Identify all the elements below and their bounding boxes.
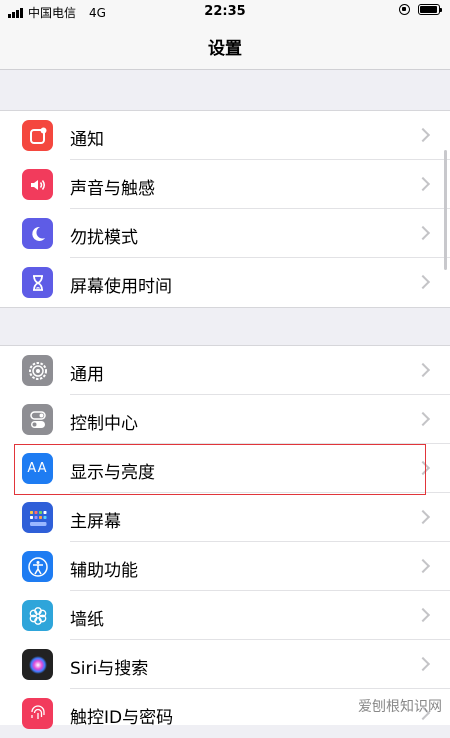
moon-icon — [22, 218, 53, 249]
home-screen-icon — [22, 502, 53, 533]
settings-row-label: 通用 — [70, 365, 104, 385]
wallpaper-icon — [22, 600, 53, 631]
settings-row-label: 辅助功能 — [70, 561, 138, 581]
status-right — [399, 4, 442, 15]
highlight-box — [14, 444, 426, 495]
settings-row-wallpaper[interactable]: 墙纸 — [0, 591, 450, 640]
settings-row-notifications[interactable]: 通知 — [0, 111, 450, 160]
watermark: 爱刨根知识网 — [358, 699, 442, 715]
settings-row-screen-time[interactable]: 屏幕使用时间 — [0, 258, 450, 307]
settings-row-siri-search[interactable]: Siri与搜索 — [0, 640, 450, 689]
settings-row-do-not-disturb[interactable]: 勿扰模式 — [0, 209, 450, 258]
settings-row-label: 屏幕使用时间 — [70, 277, 172, 297]
accessibility-icon — [22, 551, 53, 582]
settings-row-sounds[interactable]: 声音与触感 — [0, 160, 450, 209]
chevron-right-icon — [415, 656, 431, 672]
toggles-icon — [22, 404, 53, 435]
chevron-right-icon — [415, 225, 431, 241]
settings-row-label: 触控ID与密码 — [70, 708, 174, 728]
navigation-bar: 设置 — [0, 24, 450, 70]
sounds-icon — [22, 169, 53, 200]
chevron-right-icon — [415, 176, 431, 192]
settings-group-2: 通用 控制中心 AA 显示与亮度 主屏幕 辅助功能 墙纸 Siri与搜索 触控I… — [0, 345, 450, 729]
chevron-right-icon — [415, 411, 431, 427]
siri-icon — [22, 649, 53, 680]
clock: 22:35 — [204, 4, 246, 19]
chevron-right-icon — [415, 127, 431, 143]
chevron-right-icon — [415, 607, 431, 623]
scrollbar[interactable] — [444, 150, 447, 270]
chevron-right-icon — [415, 362, 431, 378]
page-title: 设置 — [208, 39, 242, 59]
chevron-right-icon — [415, 509, 431, 525]
settings-row-accessibility[interactable]: 辅助功能 — [0, 542, 450, 591]
status-bar: 中国电信 4G 22:35 — [0, 0, 450, 24]
settings-row-label: 墙纸 — [70, 610, 104, 630]
settings-group-1: 通知 声音与触感 勿扰模式 屏幕使用时间 — [0, 110, 450, 308]
fingerprint-icon — [22, 698, 53, 729]
settings-row-label: 通知 — [70, 130, 104, 150]
battery-icon — [418, 4, 442, 15]
hourglass-icon — [22, 267, 53, 298]
settings-row-home-screen[interactable]: 主屏幕 — [0, 493, 450, 542]
chevron-right-icon — [415, 274, 431, 290]
settings-row-label: 勿扰模式 — [70, 228, 138, 248]
settings-row-label: 控制中心 — [70, 414, 138, 434]
gear-icon — [22, 355, 53, 386]
chevron-right-icon — [415, 558, 431, 574]
notifications-icon — [22, 120, 53, 151]
settings-row-control-center[interactable]: 控制中心 — [0, 395, 450, 444]
settings-row-label: 主屏幕 — [70, 512, 121, 532]
settings-row-label: 声音与触感 — [70, 179, 155, 199]
settings-row-general[interactable]: 通用 — [0, 346, 450, 395]
rotation-lock-icon — [399, 4, 410, 15]
settings-row-label: Siri与搜索 — [70, 659, 149, 679]
